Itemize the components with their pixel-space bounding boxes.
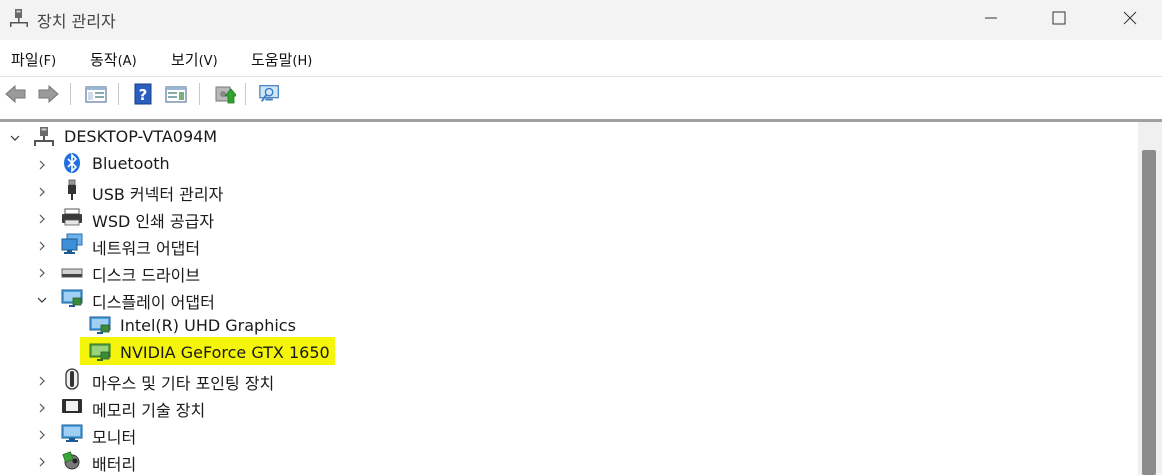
tree-item-monitors[interactable]: 모니터 [92, 424, 136, 448]
menu-view[interactable]: 보기(V) [171, 49, 218, 70]
menu-help-accel: (H) [292, 54, 313, 69]
show-hide-console-tree-icon[interactable] [84, 82, 108, 106]
chevron-right-icon[interactable] [36, 159, 48, 171]
svg-text:?: ? [139, 86, 148, 104]
tree-item-display-adapters[interactable]: 디스플레이 어댑터 [92, 289, 215, 313]
tree-item-mice-pointing-devices[interactable]: 마우스 및 기타 포인팅 장치 [92, 370, 274, 394]
tree-item-batteries[interactable]: 배터리 [92, 451, 136, 475]
tree-item-nvidia-geforce-gtx-1650[interactable]: NVIDIA GeForce GTX 1650 [120, 343, 330, 362]
toolbar: ? [0, 77, 1162, 119]
scan-hardware-icon[interactable] [258, 82, 282, 106]
chevron-right-icon[interactable] [36, 429, 48, 441]
chevron-down-icon[interactable] [36, 294, 48, 306]
usb-icon [68, 179, 76, 200]
bluetooth-icon [64, 153, 80, 173]
menu-action-label: 동작 [90, 51, 118, 69]
menu-view-label: 보기 [171, 51, 199, 69]
update-driver-icon[interactable] [213, 82, 237, 106]
tree-item-bluetooth[interactable]: Bluetooth [92, 154, 170, 173]
tree-item-memory-technology-devices[interactable]: 메모리 기술 장치 [92, 397, 205, 421]
toolbar-separator [118, 83, 119, 105]
tree-item-wsd-print-provider[interactable]: WSD 인쇄 공급자 [92, 208, 214, 232]
chevron-right-icon[interactable] [36, 267, 48, 279]
title-bar: 장치 관리자 [0, 0, 1162, 40]
chevron-right-icon[interactable] [36, 456, 48, 468]
menu-help-label: 도움말 [251, 51, 293, 69]
tree-item-usb-connector-manager[interactable]: USB 커넥터 관리자 [92, 181, 223, 205]
menu-file[interactable]: 파일(F) [11, 49, 56, 70]
memory-device-icon [62, 399, 82, 413]
close-button[interactable] [1107, 0, 1153, 36]
menu-bar: 파일(F) 동작(A) 보기(V) 도움말(H) [0, 43, 1162, 75]
properties-icon[interactable] [164, 82, 188, 106]
chevron-right-icon[interactable] [36, 186, 48, 198]
forward-arrow-icon[interactable] [36, 82, 60, 106]
scrollbar-thumb[interactable] [1142, 150, 1156, 475]
toolbar-separator [199, 83, 200, 105]
display-adapter-icon [89, 316, 111, 334]
menu-view-accel: (V) [198, 54, 218, 69]
display-adapter-icon [89, 343, 111, 361]
toolbar-separator [245, 83, 246, 105]
computer-icon [34, 127, 54, 146]
chevron-right-icon[interactable] [36, 213, 48, 225]
battery-icon [62, 451, 80, 470]
back-arrow-icon[interactable] [4, 82, 28, 106]
chevron-right-icon[interactable] [36, 402, 48, 414]
tree-item-disk-drives[interactable]: 디스크 드라이브 [92, 262, 200, 286]
network-adapter-icon [61, 233, 83, 254]
menu-action[interactable]: 동작(A) [90, 49, 137, 70]
monitor-icon [61, 424, 83, 442]
device-manager-icon [9, 8, 29, 28]
tree-root-label[interactable]: DESKTOP-VTA094M [64, 127, 217, 146]
display-adapter-icon [61, 289, 83, 307]
mouse-icon [65, 368, 79, 390]
menu-help[interactable]: 도움말(H) [251, 49, 312, 70]
help-icon[interactable]: ? [131, 82, 155, 106]
menu-file-label: 파일 [11, 51, 39, 69]
menu-action-accel: (A) [117, 54, 137, 69]
chevron-right-icon[interactable] [36, 375, 48, 387]
chevron-down-icon[interactable] [9, 132, 21, 144]
printer-icon [62, 208, 82, 226]
tree-item-intel-uhd-graphics[interactable]: Intel(R) UHD Graphics [120, 316, 296, 335]
menu-file-accel: (F) [38, 54, 57, 69]
tree-item-network-adapters[interactable]: 네트워크 어댑터 [92, 235, 200, 259]
minimize-button[interactable] [968, 0, 1014, 36]
disk-drive-icon [61, 268, 83, 278]
window-title: 장치 관리자 [37, 12, 116, 31]
chevron-right-icon[interactable] [36, 240, 48, 252]
maximize-button[interactable] [1036, 0, 1082, 36]
device-tree: DESKTOP-VTA094M Bluetooth USB 커넥터 관리자 WS… [0, 122, 1138, 475]
toolbar-separator [70, 83, 71, 105]
